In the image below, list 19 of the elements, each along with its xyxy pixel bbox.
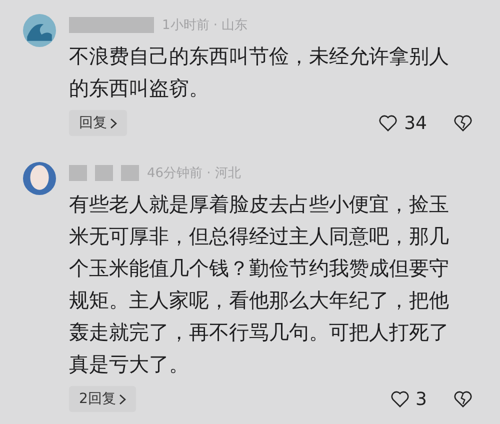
redacted-name — [95, 165, 113, 181]
like-count: 34 — [404, 112, 427, 134]
broken-heart-icon[interactable] — [453, 113, 473, 133]
heart-icon[interactable] — [390, 389, 410, 409]
redacted-name — [121, 165, 139, 181]
reply-button[interactable]: 回复 — [69, 110, 127, 136]
redacted-name — [69, 165, 87, 181]
comment-meta: 1小时前 · 山东 — [162, 17, 248, 34]
comment-meta: 46分钟前 · 河北 — [147, 165, 241, 182]
chevron-icon — [110, 118, 117, 128]
avatar[interactable] — [23, 162, 56, 195]
like-count: 3 — [416, 388, 427, 410]
broken-heart-icon[interactable] — [453, 389, 473, 409]
heart-icon[interactable] — [378, 113, 398, 133]
comment-text: 有些老人就是厚着脸皮去占些小便宜，捡玉米无可厚非，但总得经过主人同意吧，那几个玉米能值几个钱？勤俭节约我赞成但要守规矩。主人家呢，看他那么大年纪了，把他轰走就完了，再不行骂几句。可把人打死了真是亏大了。 — [69, 191, 450, 378]
comment-text: 不浪费自己的东西叫节俭，未经允许拿别人的东西叫盗窃。 — [69, 43, 450, 102]
avatar[interactable] — [23, 14, 56, 47]
chevron-icon — [118, 394, 126, 404]
reply-button[interactable]: 2回复 — [69, 386, 136, 412]
